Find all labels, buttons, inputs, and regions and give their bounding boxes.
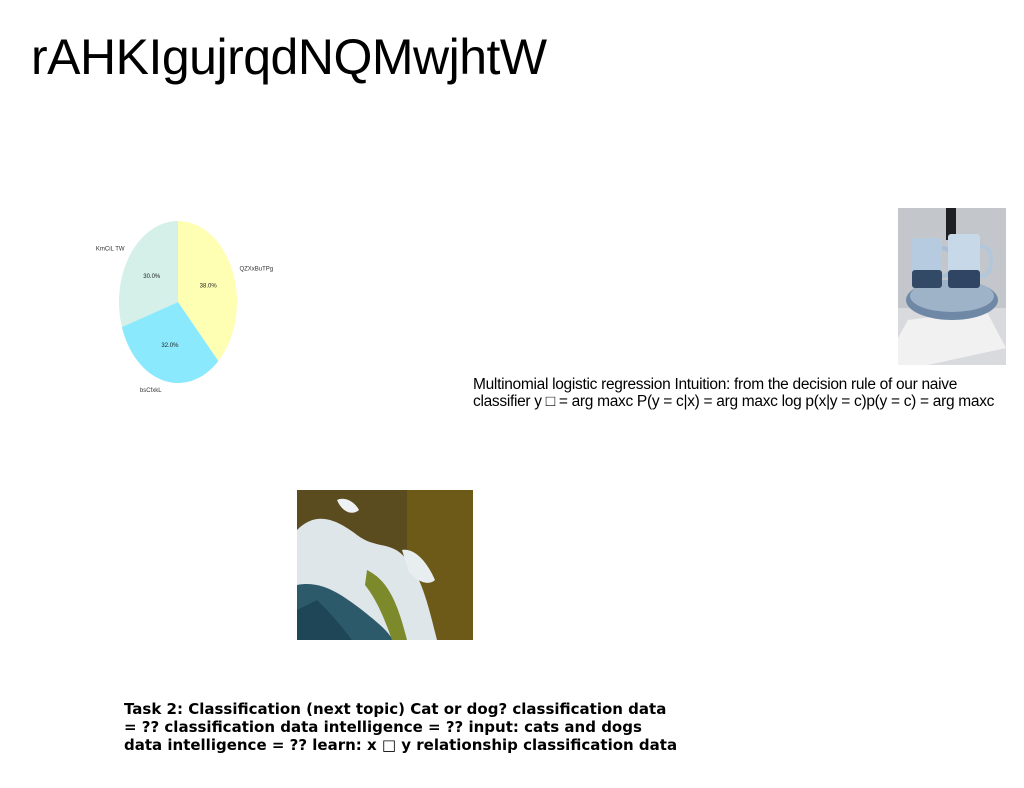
pie-chart-svg: 38.0% QZXxBuTPg 32.0% bsCfxkL 30.0% KmCiL TW	[96, 221, 273, 394]
landscape-image	[297, 490, 473, 640]
pie-value-label-0: 38.0%	[200, 284, 218, 290]
landscape-photo	[297, 490, 473, 640]
pie-value-label-2: 30.0%	[143, 274, 161, 280]
mugs-photo	[898, 208, 1006, 365]
mugs-image	[898, 208, 1006, 365]
regression-text: Multinomial logistic regression Intuitio…	[473, 376, 995, 410]
slide-title: rAHKIgujrqdNQMwjhtW	[31, 29, 547, 85]
pie-chart: 38.0% QZXxBuTPg 32.0% bsCfxkL 30.0% KmCiL TW	[90, 212, 280, 402]
pie-category-label-0: QZXxBuTPg	[239, 267, 273, 273]
pie-category-label-1: bsCfxkL	[140, 388, 162, 394]
pie-value-label-1: 32.0%	[161, 343, 179, 349]
pie-category-label-2: KmCiL TW	[96, 247, 125, 253]
task-text: Task 2: Classification (next topic) Cat …	[124, 700, 678, 754]
